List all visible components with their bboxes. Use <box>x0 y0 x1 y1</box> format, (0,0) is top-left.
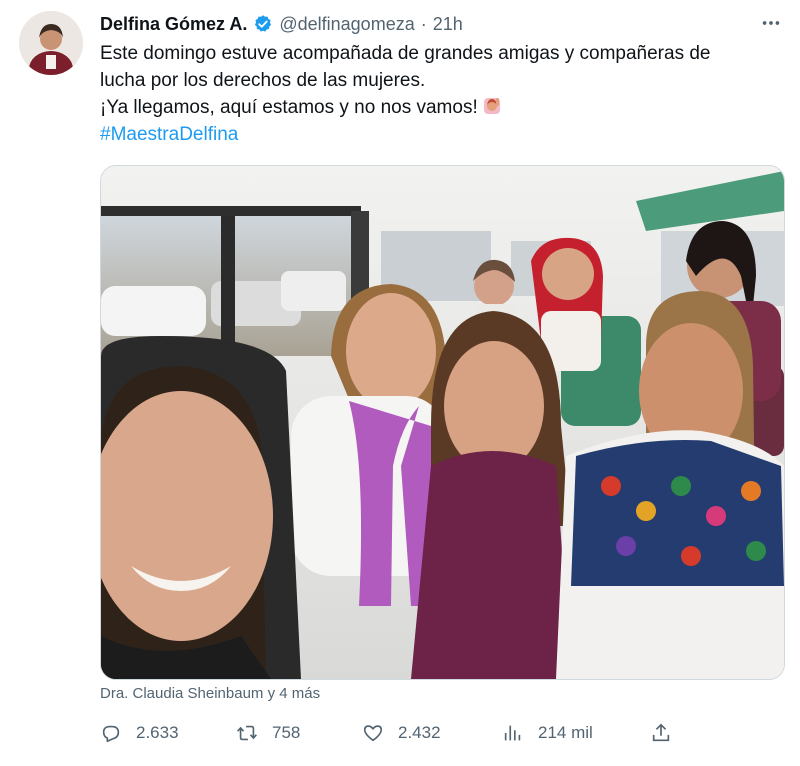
tweet-text-line-3: ¡Ya llegamos, aquí estamos y no nos vamo… <box>100 97 478 118</box>
views-button[interactable]: 214 mil <box>502 722 593 744</box>
author-name[interactable]: Delfina Gómez A. <box>100 14 247 35</box>
tweet-actions-bar: 2.633 758 2.432 214 mil <box>100 722 680 750</box>
share-button[interactable] <box>650 722 686 744</box>
reply-icon <box>102 725 120 743</box>
retweet-icon <box>237 725 257 741</box>
separator-dot: · <box>420 13 427 34</box>
tweet-text-line-1: Este domingo estuve acompañada de grande… <box>100 43 711 64</box>
tweet-text-line-2: lucha por los derechos de las mujeres. <box>100 70 426 91</box>
tweet-text-line-3-wrap: ¡Ya llegamos, aquí estamos y no nos vamo… <box>100 94 780 121</box>
reply-button[interactable]: 2.633 <box>100 722 179 744</box>
like-button[interactable]: 2.432 <box>362 722 441 744</box>
tweet-text: Este domingo estuve acompañada de grande… <box>100 40 780 148</box>
hashtag-link[interactable]: #MaestraDelfina <box>100 121 780 148</box>
views-count: 214 mil <box>538 723 593 742</box>
like-count: 2.432 <box>398 723 441 742</box>
retweet-button[interactable]: 758 <box>236 722 300 744</box>
tweet-header: Delfina Gómez A. @delfinagomeza · 21h <box>100 12 780 36</box>
heart-icon <box>363 725 383 742</box>
verified-badge-icon <box>253 14 273 34</box>
share-icon <box>652 723 670 742</box>
more-icon[interactable] <box>760 12 782 40</box>
author-avatar[interactable] <box>19 11 83 75</box>
tweet-timestamp[interactable]: 21h <box>433 14 463 35</box>
woman-raising-hand-emoji-icon <box>482 96 502 116</box>
tweet-photo[interactable] <box>100 165 785 680</box>
views-icon <box>504 725 521 741</box>
reply-count: 2.633 <box>136 723 179 742</box>
tagged-people-link[interactable]: Dra. Claudia Sheinbaum y 4 más <box>100 685 320 702</box>
author-handle[interactable]: @delfinagomeza <box>279 14 414 35</box>
retweet-count: 758 <box>272 723 301 742</box>
